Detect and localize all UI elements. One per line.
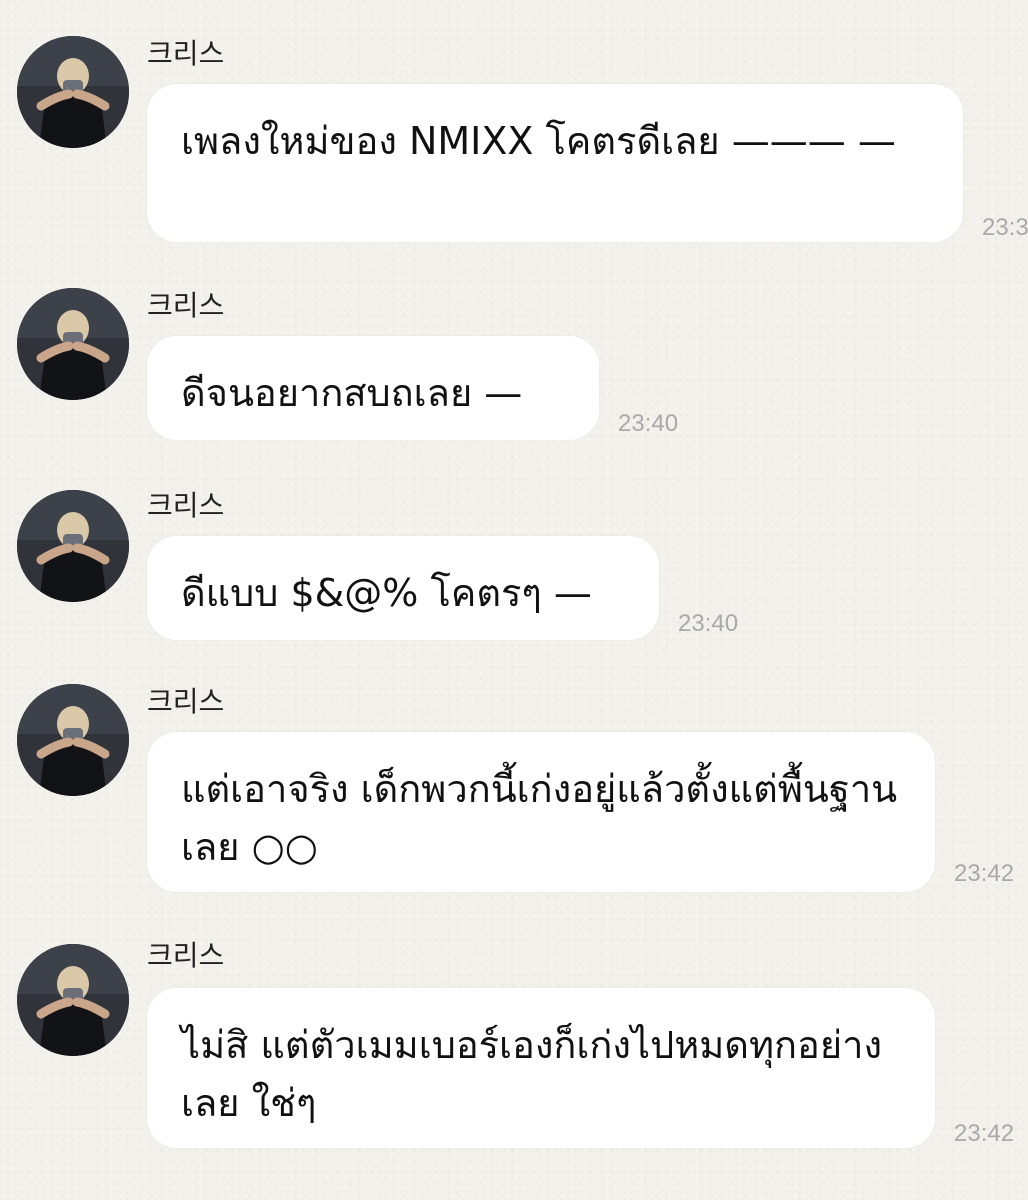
profile-photo-icon	[17, 944, 129, 1056]
message-timestamp: 23:42	[954, 1120, 1015, 1147]
message-bubble[interactable]: ดีแบบ $&@% โคตรๆ —	[147, 536, 659, 640]
message-bubble[interactable]: ดีจนอยากสบถเลย —	[147, 336, 599, 440]
profile-photo-icon	[17, 684, 129, 796]
message-timestamp: 23:3	[982, 214, 1028, 241]
sender-name: 크리스	[147, 686, 225, 717]
message-timestamp: 23:40	[618, 410, 679, 437]
message-timestamp: 23:42	[954, 860, 1015, 887]
profile-photo-icon	[17, 36, 129, 148]
avatar[interactable]	[17, 36, 129, 148]
chat-thread: 크리스 เพลงใหม่ของ NMIXX โคตรดีเลย ——— — 23…	[0, 0, 1028, 1200]
avatar[interactable]	[17, 490, 129, 602]
profile-photo-icon	[17, 490, 129, 602]
avatar[interactable]	[17, 944, 129, 1056]
sender-name: 크리스	[147, 38, 225, 69]
message-bubble[interactable]: แต่เอาจริง เด็กพวกนี้เก่งอยู่แล้วตั้งแต่…	[147, 732, 935, 892]
sender-name: 크리스	[147, 940, 225, 971]
sender-name: 크리스	[147, 490, 225, 521]
avatar[interactable]	[17, 288, 129, 400]
avatar[interactable]	[17, 684, 129, 796]
message-timestamp: 23:40	[678, 610, 739, 637]
profile-photo-icon	[17, 288, 129, 400]
message-bubble[interactable]: เพลงใหม่ของ NMIXX โคตรดีเลย ——— —	[147, 84, 963, 242]
message-bubble[interactable]: ไม่สิ แต่ตัวเมมเบอร์เองก็เก่งไปหมดทุกอย่…	[147, 988, 935, 1148]
sender-name: 크리스	[147, 290, 225, 321]
